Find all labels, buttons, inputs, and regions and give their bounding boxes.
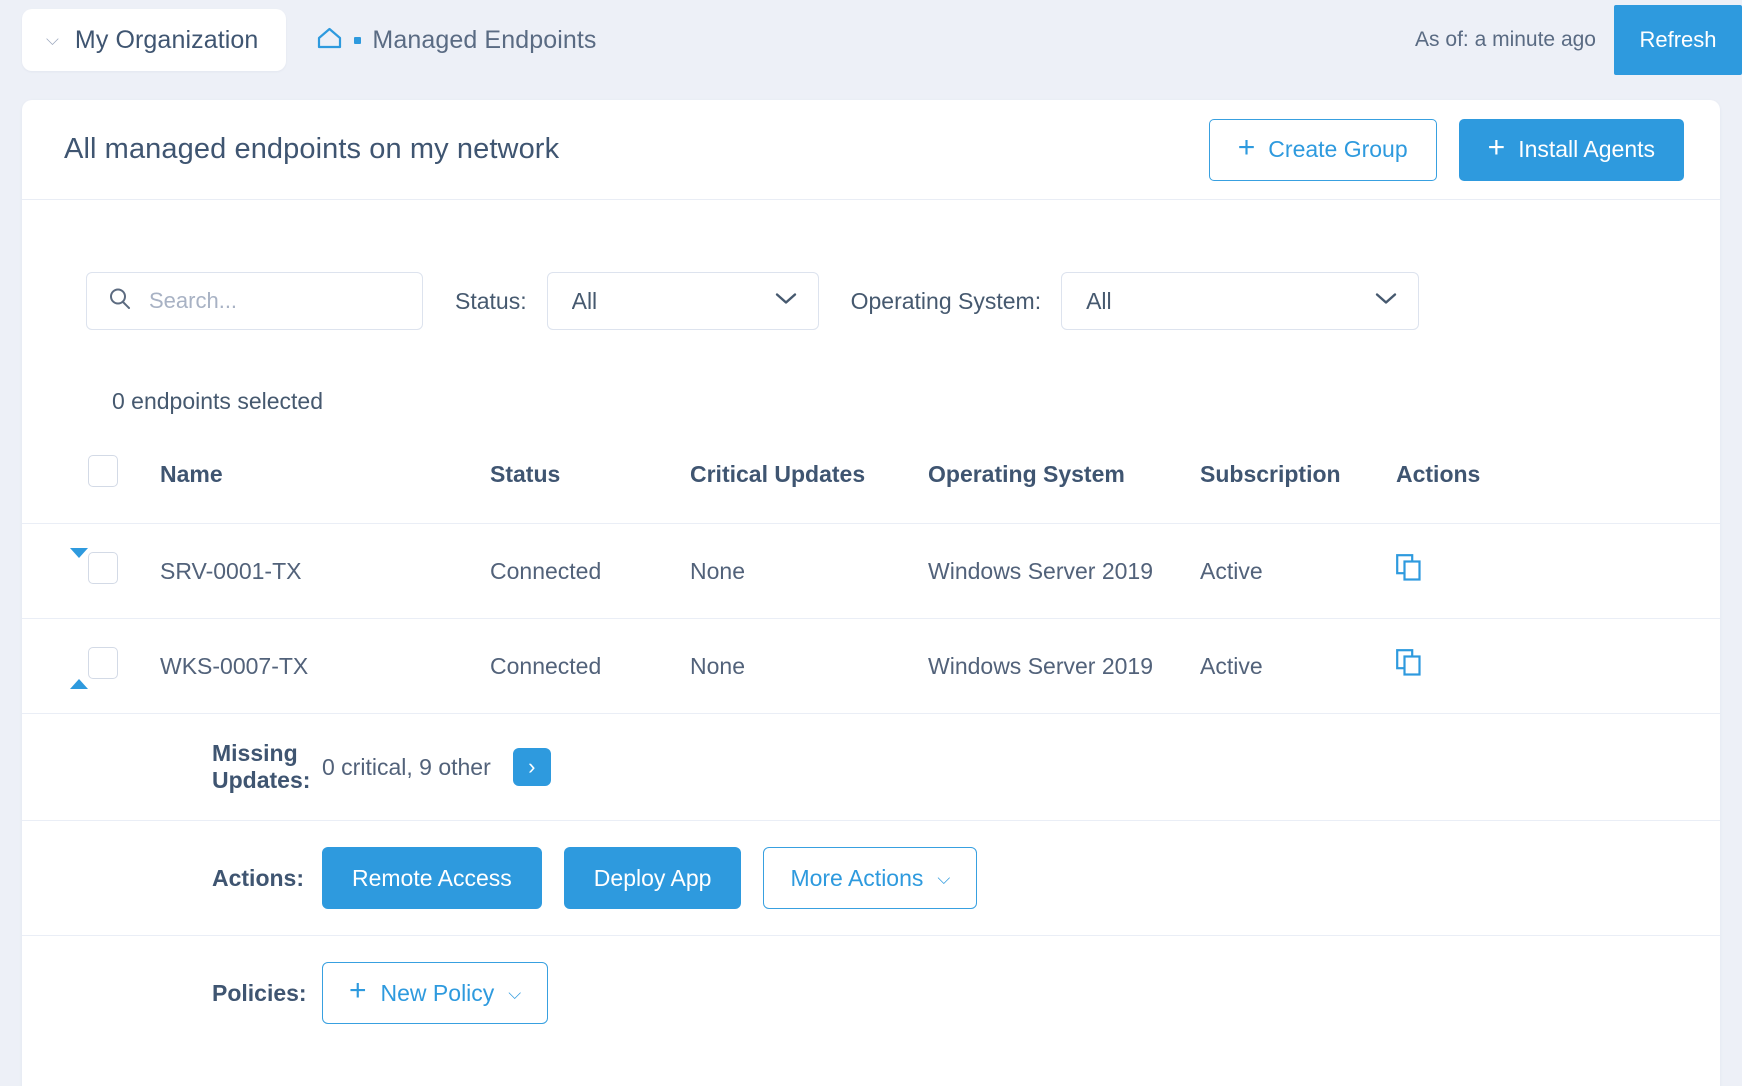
- card-header: All managed endpoints on my network + Cr…: [22, 100, 1720, 200]
- column-header-critical-updates: Critical Updates: [690, 443, 928, 524]
- install-agents-button[interactable]: + Install Agents: [1459, 119, 1684, 181]
- policies-button-group: + New Policy ⌵: [322, 962, 548, 1024]
- os-filter-select[interactable]: All: [1061, 272, 1419, 330]
- top-bar: ⌵ My Organization Managed Endpoints As o…: [0, 0, 1742, 80]
- remote-access-button[interactable]: Remote Access: [322, 847, 542, 909]
- expand-column-header: [22, 443, 88, 524]
- search-field-wrapper: [86, 272, 423, 330]
- cell-status: Connected: [490, 619, 690, 714]
- policies-label: Policies:: [22, 980, 322, 1007]
- detail-row-policies: Policies: + New Policy ⌵: [22, 935, 1720, 1050]
- table-body: SRV-0001-TX Connected None Windows Serve…: [22, 524, 1720, 1051]
- chevron-down-icon: ⌵: [937, 869, 950, 889]
- copy-icon[interactable]: [1396, 656, 1422, 682]
- actions-button-group: Remote Access Deploy App More Actions ⌵: [322, 847, 977, 909]
- top-bar-right: As of: a minute ago Refresh: [1415, 0, 1742, 80]
- plus-icon: +: [1488, 133, 1506, 163]
- selection-count: 0 endpoints selected: [22, 330, 1720, 415]
- chevron-down-icon: ⌵: [46, 31, 59, 48]
- cell-status: Connected: [490, 524, 690, 619]
- plus-icon: +: [349, 976, 367, 1006]
- table-row[interactable]: WKS-0007-TX Connected None Windows Serve…: [22, 619, 1720, 714]
- missing-updates-value: 0 critical, 9 other: [322, 754, 491, 781]
- cell-name: WKS-0007-TX: [160, 619, 490, 714]
- status-filter-wrapper: All: [547, 272, 819, 330]
- column-header-actions: Actions: [1396, 443, 1720, 524]
- breadcrumb-label: Managed Endpoints: [372, 26, 596, 55]
- table-header-row: Name Status Critical Updates Operating S…: [22, 443, 1720, 524]
- column-header-status: Status: [490, 443, 690, 524]
- create-group-button[interactable]: + Create Group: [1209, 119, 1437, 181]
- column-header-subscription: Subscription: [1200, 443, 1396, 524]
- card-header-actions: + Create Group + Install Agents: [1209, 119, 1684, 181]
- detail-row-missing-updates: Missing Updates: 0 critical, 9 other ›: [22, 714, 1720, 820]
- expand-toggle-cell[interactable]: [22, 524, 88, 619]
- detail-row-actions: Actions: Remote Access Deploy App More A…: [22, 820, 1720, 935]
- cell-subscription: Active: [1200, 619, 1396, 714]
- row-checkbox[interactable]: [88, 552, 118, 584]
- caret-up-icon[interactable]: [70, 653, 88, 689]
- cell-critical-updates: None: [690, 619, 928, 714]
- plus-icon: +: [1238, 133, 1256, 163]
- cell-subscription: Active: [1200, 524, 1396, 619]
- missing-updates-details-button[interactable]: ›: [513, 748, 551, 786]
- cell-name: SRV-0001-TX: [160, 524, 490, 619]
- table-row[interactable]: SRV-0001-TX Connected None Windows Serve…: [22, 524, 1720, 619]
- row-detail-panel: Missing Updates: 0 critical, 9 other › A…: [22, 714, 1720, 1051]
- row-detail-cell: Missing Updates: 0 critical, 9 other › A…: [22, 714, 1720, 1051]
- os-filter-label: Operating System:: [851, 288, 1041, 315]
- row-select-cell[interactable]: [88, 524, 160, 619]
- actions-label: Actions:: [22, 865, 322, 892]
- expand-toggle-cell[interactable]: [22, 619, 88, 714]
- breadcrumb[interactable]: Managed Endpoints: [316, 26, 596, 55]
- cell-actions[interactable]: [1396, 619, 1720, 714]
- refresh-button[interactable]: Refresh: [1614, 5, 1742, 75]
- cell-operating-system: Windows Server 2019: [928, 524, 1200, 619]
- status-filter-label: Status:: [455, 288, 527, 315]
- deploy-app-button[interactable]: Deploy App: [564, 847, 742, 909]
- home-icon: [316, 26, 343, 55]
- new-policy-label: New Policy: [381, 980, 495, 1007]
- endpoints-card: All managed endpoints on my network + Cr…: [22, 100, 1720, 1086]
- caret-down-icon[interactable]: [70, 548, 88, 584]
- table-head: Name Status Critical Updates Operating S…: [22, 443, 1720, 524]
- row-select-cell[interactable]: [88, 619, 160, 714]
- organization-selector[interactable]: ⌵ My Organization: [22, 9, 286, 71]
- search-input[interactable]: [86, 272, 423, 330]
- row-checkbox[interactable]: [88, 647, 118, 679]
- cell-operating-system: Windows Server 2019: [928, 619, 1200, 714]
- more-actions-label: More Actions: [790, 865, 923, 892]
- cell-critical-updates: None: [690, 524, 928, 619]
- install-agents-label: Install Agents: [1518, 136, 1655, 163]
- os-filter-wrapper: All: [1061, 272, 1419, 330]
- breadcrumb-separator-dot: [354, 37, 361, 44]
- cell-actions[interactable]: [1396, 524, 1720, 619]
- chevron-down-icon: ⌵: [508, 984, 521, 1004]
- page-title: All managed endpoints on my network: [64, 133, 559, 166]
- search-icon: [108, 287, 132, 316]
- endpoints-table: Name Status Critical Updates Operating S…: [22, 443, 1720, 1050]
- column-header-operating-system: Operating System: [928, 443, 1200, 524]
- filter-bar: Status: All Operating System: All: [22, 200, 1720, 330]
- status-filter-select[interactable]: All: [547, 272, 819, 330]
- organization-label: My Organization: [75, 26, 259, 55]
- missing-updates-label: Missing Updates:: [22, 740, 322, 794]
- select-all-checkbox[interactable]: [88, 455, 118, 487]
- new-policy-button[interactable]: + New Policy ⌵: [322, 962, 548, 1024]
- chevron-right-icon: ›: [528, 756, 535, 778]
- more-actions-button[interactable]: More Actions ⌵: [763, 847, 977, 909]
- copy-icon[interactable]: [1396, 561, 1422, 587]
- select-all-column-header: [88, 443, 160, 524]
- create-group-label: Create Group: [1268, 136, 1407, 163]
- as-of-timestamp: As of: a minute ago: [1415, 28, 1596, 52]
- column-header-name: Name: [160, 443, 490, 524]
